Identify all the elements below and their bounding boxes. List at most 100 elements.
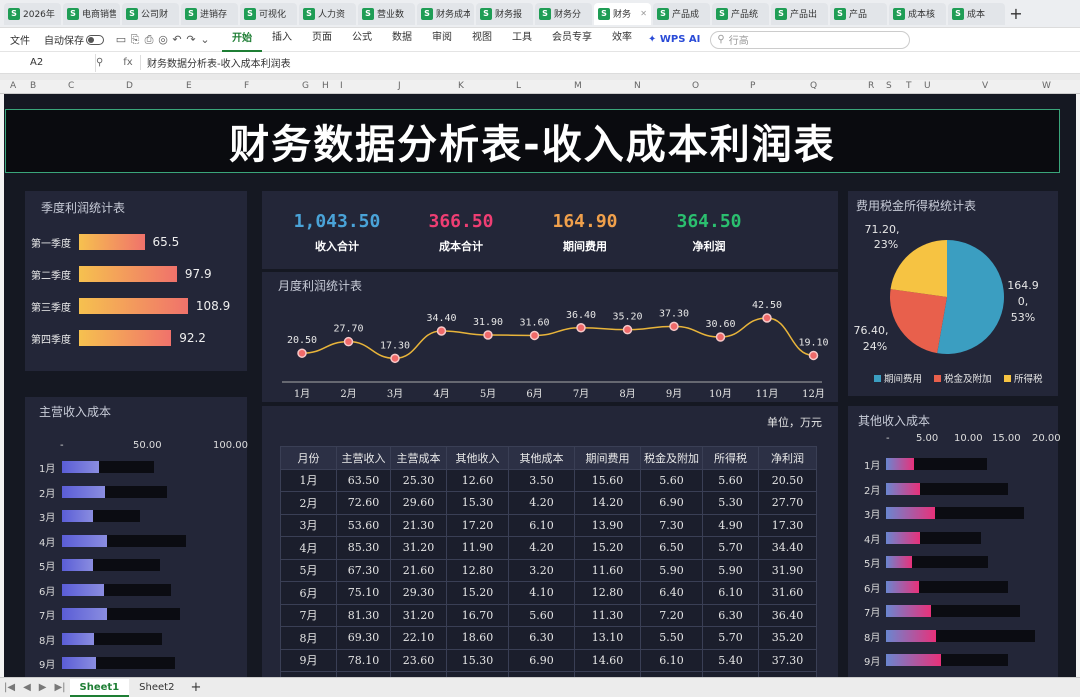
column-header[interactable]: M: [574, 81, 582, 91]
table-cell[interactable]: 34.40: [758, 536, 817, 560]
column-header[interactable]: P: [750, 81, 755, 91]
file-tab[interactable]: S 产品统: [712, 2, 769, 25]
table-cell[interactable]: 15.20: [574, 536, 641, 560]
redo-icon[interactable]: ↷: [184, 33, 198, 46]
table-cell[interactable]: 17.30: [758, 513, 817, 537]
table-cell[interactable]: 12.80: [574, 581, 641, 605]
file-tab[interactable]: S 营业数: [358, 2, 415, 25]
table-cell[interactable]: 31.60: [758, 581, 817, 605]
column-header[interactable]: W: [1042, 81, 1051, 91]
column-header[interactable]: V: [982, 81, 988, 91]
column-header[interactable]: A: [10, 81, 16, 91]
close-icon[interactable]: ✕: [640, 9, 647, 18]
title-banner[interactable]: 财务数据分析表-收入成本利润表: [5, 109, 1060, 173]
menu-item[interactable]: 效率: [602, 28, 642, 52]
table-cell[interactable]: 4.20: [508, 491, 575, 515]
menu-item[interactable]: 工具: [502, 28, 542, 52]
autosave-toggle[interactable]: [86, 34, 104, 45]
file-tab[interactable]: S 财务分: [535, 2, 592, 25]
file-tab[interactable]: S 财务成本: [417, 2, 474, 25]
table-cell[interactable]: 15.20: [446, 581, 509, 605]
add-sheet-button[interactable]: +: [184, 680, 207, 695]
table-cell[interactable]: 25.30: [390, 468, 447, 492]
table-cell[interactable]: 21.60: [390, 558, 447, 582]
file-tab[interactable]: S 公司财: [122, 2, 179, 25]
sheet-tab-sheet1[interactable]: Sheet1: [69, 678, 130, 697]
table-cell[interactable]: 29.60: [390, 491, 447, 515]
table-cell[interactable]: 3.20: [508, 558, 575, 582]
file-tab[interactable]: S 产品出: [771, 2, 828, 25]
menu-item[interactable]: 数据: [382, 28, 422, 52]
table-cell[interactable]: 6.90: [508, 648, 575, 672]
table-header-cell[interactable]: 税金及附加: [640, 446, 703, 470]
table-cell[interactable]: 8月: [280, 626, 337, 650]
table-cell[interactable]: 5.90: [640, 558, 703, 582]
table-cell[interactable]: 6.30: [508, 626, 575, 650]
column-header[interactable]: K: [458, 81, 464, 91]
search-box[interactable]: ⚲ 行高: [710, 30, 911, 49]
table-cell[interactable]: 53.60: [336, 513, 391, 537]
table-cell[interactable]: 7.30: [640, 513, 703, 537]
menu-item[interactable]: 视图: [462, 28, 502, 52]
table-header-cell[interactable]: 月份: [280, 446, 337, 470]
table-cell[interactable]: 6.50: [640, 536, 703, 560]
column-header[interactable]: L: [516, 81, 521, 91]
table-cell[interactable]: 5.70: [702, 536, 759, 560]
menu-item[interactable]: 公式: [342, 28, 382, 52]
table-cell[interactable]: 6.90: [640, 491, 703, 515]
table-header-cell[interactable]: 主营收入: [336, 446, 391, 470]
table-cell[interactable]: 21.30: [390, 513, 447, 537]
table-cell[interactable]: 18.60: [446, 626, 509, 650]
print-icon[interactable]: ⎙: [142, 33, 156, 47]
next-sheet-icon[interactable]: ▶: [35, 682, 51, 693]
table-cell[interactable]: 1月: [280, 468, 337, 492]
export-icon[interactable]: ⎘: [128, 33, 142, 47]
column-header[interactable]: D: [126, 81, 133, 91]
table-cell[interactable]: 27.70: [758, 491, 817, 515]
table-cell[interactable]: 5.60: [508, 603, 575, 627]
table-cell[interactable]: 85.30: [336, 536, 391, 560]
fx-label[interactable]: fx: [116, 57, 140, 68]
column-header[interactable]: C: [68, 81, 74, 91]
table-cell[interactable]: 75.10: [336, 581, 391, 605]
table-cell[interactable]: 7.20: [640, 603, 703, 627]
table-cell[interactable]: 5.60: [702, 468, 759, 492]
table-cell[interactable]: 6.10: [640, 648, 703, 672]
table-cell[interactable]: 69.30: [336, 626, 391, 650]
cell-reference-box[interactable]: A2: [0, 53, 96, 72]
table-cell[interactable]: 6.40: [640, 581, 703, 605]
table-cell[interactable]: 5.70: [702, 626, 759, 650]
first-sheet-icon[interactable]: |◀: [0, 682, 19, 693]
table-cell[interactable]: 6.30: [702, 603, 759, 627]
new-tab-button[interactable]: +: [1007, 4, 1025, 23]
table-cell[interactable]: 81.30: [336, 603, 391, 627]
column-header[interactable]: I: [340, 81, 343, 91]
column-header[interactable]: F: [244, 81, 249, 91]
column-header[interactable]: O: [692, 81, 699, 91]
table-cell[interactable]: 5.30: [702, 491, 759, 515]
table-cell[interactable]: 14.60: [574, 648, 641, 672]
column-header[interactable]: S: [886, 81, 892, 91]
table-cell[interactable]: 12.80: [446, 558, 509, 582]
file-tab[interactable]: S 人力资: [299, 2, 356, 25]
file-tab[interactable]: S 成本: [948, 2, 1005, 25]
table-cell[interactable]: 15.60: [574, 468, 641, 492]
column-header[interactable]: G: [302, 81, 309, 91]
file-tab[interactable]: S 成本核: [889, 2, 946, 25]
table-header-cell[interactable]: 其他成本: [508, 446, 575, 470]
table-cell[interactable]: 22.10: [390, 626, 447, 650]
table-cell[interactable]: 31.20: [390, 536, 447, 560]
table-cell[interactable]: 13.90: [574, 513, 641, 537]
file-tab[interactable]: S 2026年: [4, 2, 61, 25]
column-header[interactable]: J: [398, 81, 401, 91]
table-cell[interactable]: 9月: [280, 648, 337, 672]
file-menu[interactable]: 文件: [0, 32, 40, 47]
menu-item[interactable]: 插入: [262, 28, 302, 52]
menu-item[interactable]: 会员专享: [542, 28, 602, 52]
table-cell[interactable]: 15.30: [446, 648, 509, 672]
preview-icon[interactable]: ◎: [156, 33, 170, 46]
file-tab[interactable]: S 财务 ✕: [594, 2, 651, 25]
file-tab[interactable]: S 产品成: [653, 2, 710, 25]
zoom-icon[interactable]: ⚲: [96, 57, 116, 68]
table-cell[interactable]: 5月: [280, 558, 337, 582]
